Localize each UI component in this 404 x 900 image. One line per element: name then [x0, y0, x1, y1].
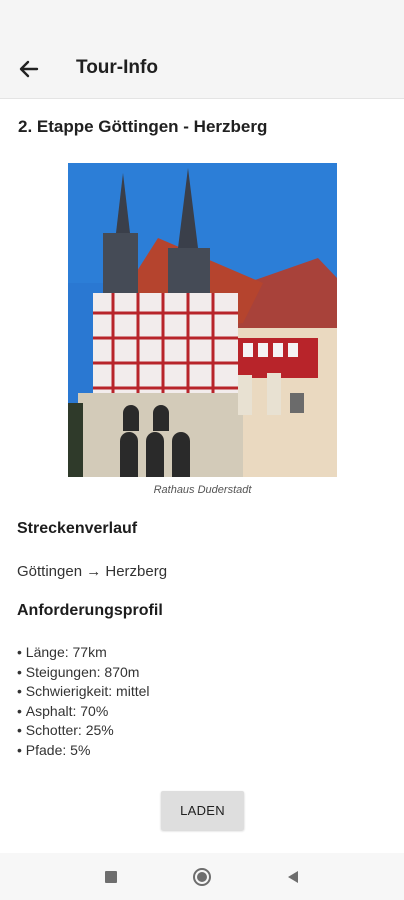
route-text: Göttingen → Herzberg — [17, 563, 168, 580]
route-heading: Streckenverlauf — [17, 520, 138, 537]
requirements-heading: Anforderungsprofil — [17, 602, 163, 619]
tour-photo — [68, 163, 337, 477]
app-bar-title: Tour-Info — [76, 57, 158, 78]
photo-caption: Rathaus Duderstadt — [153, 484, 252, 496]
requirement-item: Asphalt: 70% — [17, 702, 150, 722]
recents-button[interactable] — [101, 867, 121, 887]
requirement-item: Pfade: 5% — [17, 741, 150, 761]
requirement-item: Schotter: 25% — [17, 721, 150, 741]
app-bar: Tour-Info — [0, 0, 404, 99]
requirement-item: Schwierigkeit: mittel — [17, 682, 150, 702]
load-button[interactable]: LADEN — [161, 791, 244, 830]
back-button[interactable] — [14, 54, 44, 84]
system-nav-bar — [0, 853, 404, 900]
requirement-item: Länge: 77km — [17, 643, 150, 663]
requirement-item: Steigungen: 870m — [17, 663, 150, 683]
home-circle-icon — [193, 868, 211, 886]
back-triangle-icon — [288, 871, 298, 883]
home-button[interactable] — [192, 867, 212, 887]
page-title: 2. Etappe Göttingen - Herzberg — [18, 117, 268, 136]
requirements-list: Länge: 77km Steigungen: 870m Schwierigke… — [17, 643, 150, 761]
recents-square-icon — [105, 871, 117, 883]
arrow-left-icon — [19, 60, 39, 78]
back-nav-button[interactable] — [283, 867, 303, 887]
